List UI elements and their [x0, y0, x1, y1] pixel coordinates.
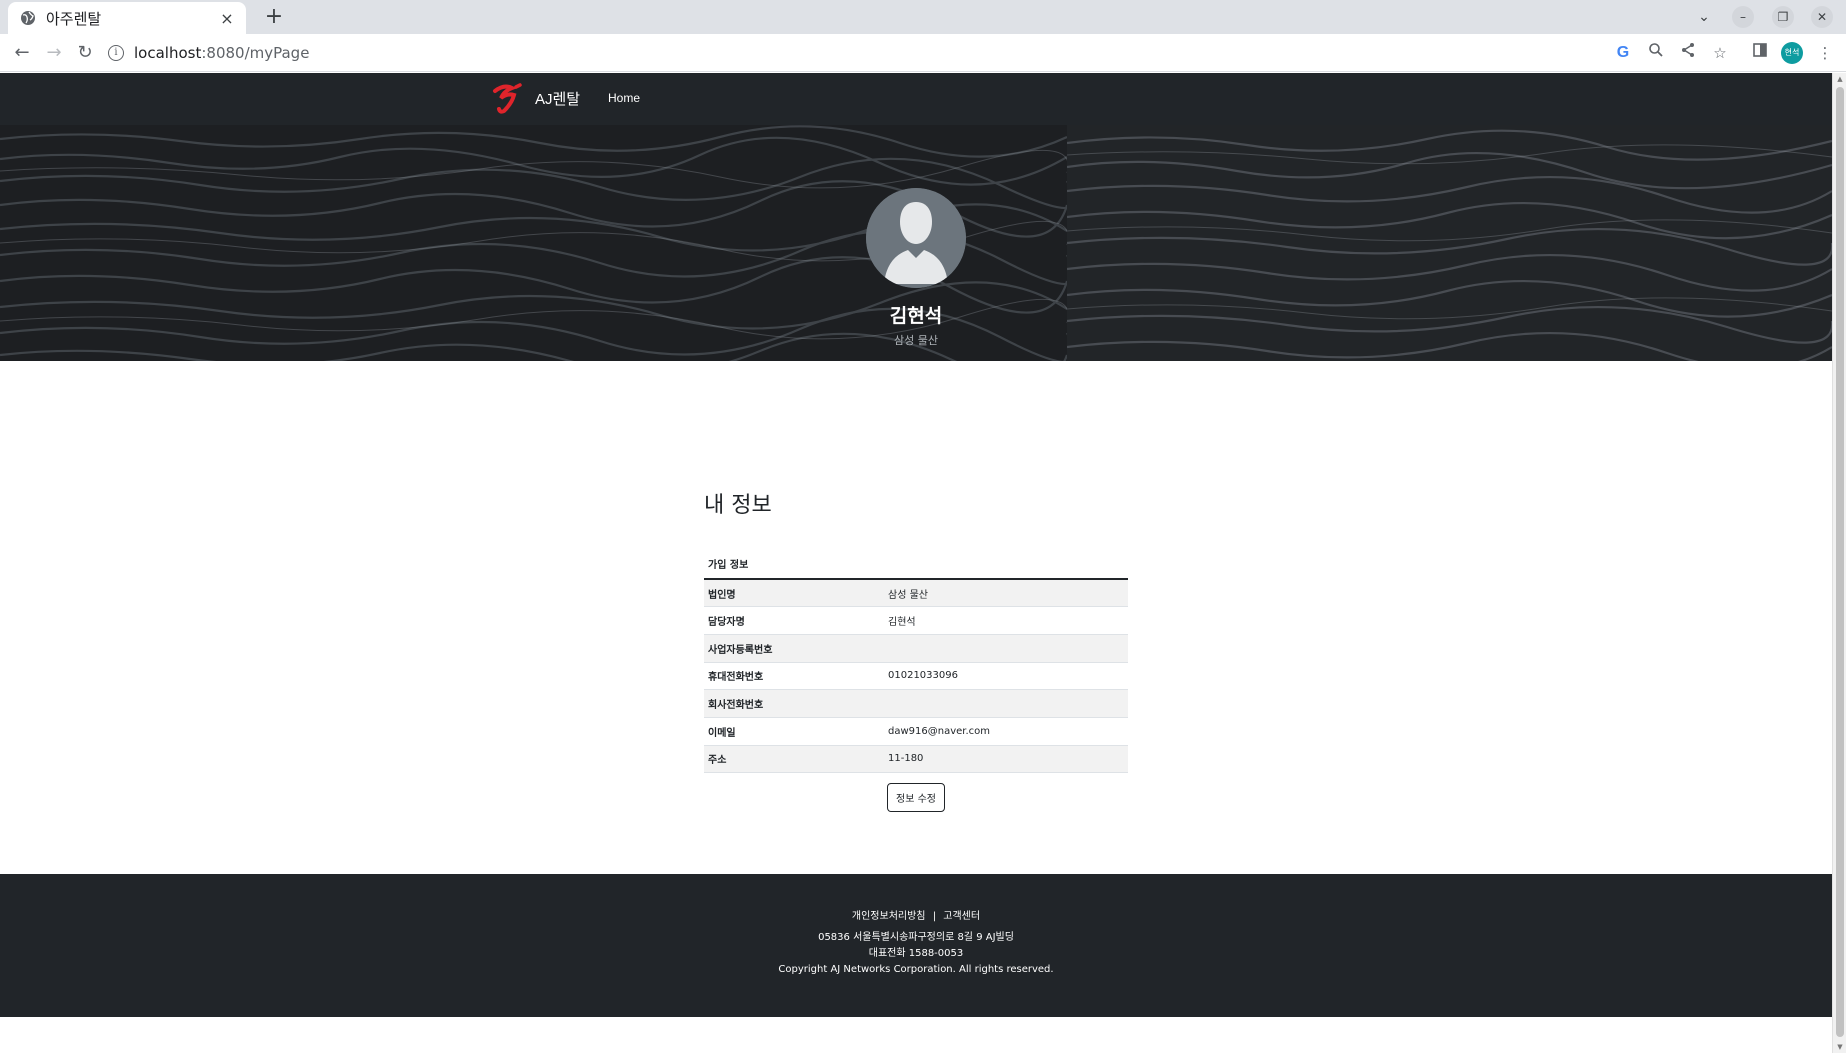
- url-host: localhost: [134, 44, 202, 62]
- row-label: 담당자명: [704, 606, 884, 635]
- window-close-button[interactable]: ✕: [1811, 6, 1833, 28]
- scrollbar-thumb[interactable]: [1836, 87, 1844, 1037]
- member-info-table: 가입 정보 법인명 삼성 물산 담당자명 김현석 사업자등록번호 휴대전화번호: [704, 549, 1128, 774]
- footer-links: 개인정보처리방침 | 고객센터: [0, 907, 1832, 922]
- hero-company-name: 삼성 물산: [894, 334, 938, 347]
- page-viewport: AJ렌탈 Home 김현석 삼성 물산 내 정보 가입 정보 법인명 삼성 물산…: [0, 73, 1846, 1053]
- row-value: 11-180: [884, 745, 1128, 774]
- nav-home-link[interactable]: Home: [608, 91, 640, 105]
- table-row: 담당자명 김현석: [704, 606, 1128, 635]
- site-navbar: AJ렌탈 Home: [0, 73, 1832, 125]
- zoom-icon[interactable]: [1645, 42, 1667, 64]
- aj-logo-icon[interactable]: [490, 81, 526, 117]
- customer-center-link[interactable]: 고객센터: [943, 911, 980, 922]
- globe-icon: [21, 11, 35, 25]
- minimize-button[interactable]: –: [1732, 6, 1754, 28]
- table-row: 사업자등록번호: [704, 634, 1128, 663]
- forward-icon[interactable]: →: [42, 41, 66, 65]
- table-row: 법인명 삼성 물산: [704, 579, 1128, 608]
- row-label: 이메일: [704, 717, 884, 746]
- url-path: :8080/myPage: [201, 44, 310, 62]
- browser-tab[interactable]: 아주렌탈 ×: [8, 2, 246, 34]
- row-label: 법인명: [704, 579, 884, 608]
- new-tab-button[interactable]: +: [260, 4, 288, 32]
- row-label: 휴대전화번호: [704, 662, 884, 691]
- site-footer: 개인정보처리방침 | 고객센터 05836 서울특별시송파구정의로 8길 9 A…: [0, 874, 1832, 1017]
- footer-company-info: 05836 서울특별시송파구정의로 8길 9 AJ빌딩 대표전화 1588-00…: [0, 930, 1832, 978]
- google-lens-icon[interactable]: G: [1612, 42, 1634, 64]
- profile-hero: 김현석 삼성 물산: [0, 125, 1832, 361]
- row-value: daw916@naver.com: [884, 717, 1128, 746]
- back-icon[interactable]: ←: [10, 41, 34, 65]
- tab-title: 아주렌탈: [46, 9, 102, 28]
- avatar: [866, 188, 966, 288]
- menu-kebab-icon[interactable]: ⋮: [1814, 42, 1836, 64]
- table-row: 이메일 daw916@naver.com: [704, 717, 1128, 746]
- browser-toolbar: ← → ↻ i localhost :8080/myPage G ☆ 현석 ⋮: [0, 34, 1846, 72]
- edit-info-button[interactable]: 정보 수정: [887, 783, 945, 813]
- address-bar[interactable]: i localhost :8080/myPage: [108, 39, 1608, 67]
- footer-address: 05836 서울특별시송파구정의로 8길 9 AJ빌딩: [818, 932, 1014, 943]
- page-title: 내 정보: [704, 493, 772, 518]
- share-icon[interactable]: [1677, 42, 1699, 64]
- reload-icon[interactable]: ↻: [73, 41, 97, 65]
- restore-button[interactable]: ❐: [1772, 6, 1794, 28]
- privacy-policy-link[interactable]: 개인정보처리방침: [852, 911, 926, 922]
- row-value: 김현석: [884, 606, 1128, 635]
- page-scrollbar[interactable]: ▲ ▼: [1832, 73, 1846, 1053]
- footer-copyright: Copyright AJ Networks Corporation. All r…: [778, 964, 1054, 975]
- table-header: 가입 정보: [704, 549, 1128, 580]
- tab-close-icon[interactable]: ×: [218, 9, 236, 28]
- my-info-section: 내 정보 가입 정보 법인명 삼성 물산 담당자명 김현석 사업자등록번호 휴대…: [704, 487, 1128, 813]
- row-label: 사업자등록번호: [704, 634, 884, 663]
- row-value: [884, 634, 1128, 663]
- table-row: 휴대전화번호 01021033096: [704, 662, 1128, 691]
- footer-phone: 대표전화 1588-0053: [868, 948, 964, 959]
- table-row: 회사전화번호: [704, 689, 1128, 718]
- tab-search-icon[interactable]: ⌄: [1693, 6, 1715, 28]
- edit-button-container: 정보 수정: [704, 783, 1128, 813]
- row-value: 01021033096: [884, 662, 1128, 691]
- row-value: 삼성 물산: [884, 579, 1128, 608]
- brand-link[interactable]: AJ렌탈: [535, 88, 580, 109]
- row-value: [884, 689, 1128, 718]
- bookmark-star-icon[interactable]: ☆: [1709, 42, 1731, 64]
- scroll-down-icon[interactable]: ▼: [1835, 1043, 1845, 1051]
- side-panel-icon[interactable]: [1749, 42, 1771, 64]
- scroll-up-icon[interactable]: ▲: [1835, 75, 1845, 83]
- profile-avatar[interactable]: 현석: [1781, 42, 1803, 64]
- site-info-icon[interactable]: i: [108, 45, 124, 61]
- hero-user-name: 김현석: [889, 305, 943, 327]
- user-silhouette-icon: [866, 188, 966, 288]
- table-row: 주소 11-180: [704, 745, 1128, 774]
- browser-tab-strip: 아주렌탈 × + ⌄ – ❐ ✕: [0, 0, 1846, 34]
- footer-separator: |: [932, 911, 937, 922]
- row-label: 회사전화번호: [704, 689, 884, 718]
- row-label: 주소: [704, 745, 884, 774]
